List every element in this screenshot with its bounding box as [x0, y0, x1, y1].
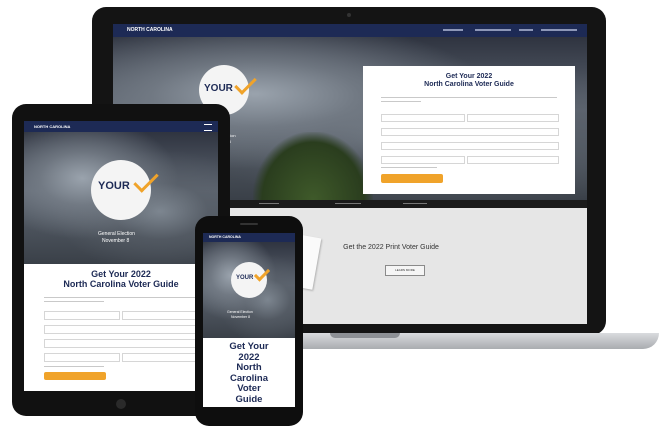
tablet-edition: General Election: [98, 231, 135, 237]
phone-navbar: NORTH CAROLINA: [203, 233, 295, 242]
tablet-first-name-field[interactable]: [44, 311, 120, 320]
phone-title-line-5: Voter: [237, 383, 261, 394]
laptop-form-title-2: North Carolina Voter Guide: [424, 81, 514, 88]
phone-title-line-3: North: [236, 362, 262, 373]
laptop-print-button-label: LEARN MORE: [395, 268, 415, 272]
tablet-form-desc: [44, 297, 198, 298]
phone-title-line-6: Guide: [235, 393, 263, 405]
tablet-county-field[interactable]: [122, 353, 200, 362]
laptop-optin-text: [381, 167, 437, 168]
phone-title: Get Your 2022 North Carolina Voter Guide: [203, 341, 295, 405]
phone-screen: NORTH CAROLINA YOUR General Election Nov…: [203, 233, 295, 407]
laptop-submit-button[interactable]: [381, 174, 443, 183]
laptop-nav-link-1[interactable]: [443, 29, 463, 31]
laptop-nav-link-3[interactable]: [519, 29, 533, 31]
phone-edition: General Election: [227, 310, 253, 314]
laptop-navbar: NORTH CAROLINA: [113, 24, 587, 37]
tablet-nav-logo[interactable]: NORTH CAROLINA: [34, 124, 70, 129]
tablet-optin-text: [44, 366, 104, 367]
laptop-last-name-field[interactable]: [467, 114, 559, 122]
tablet-home-button: [116, 399, 126, 409]
laptop-zip-field[interactable]: [381, 156, 465, 164]
tablet-email-field[interactable]: [44, 325, 200, 334]
laptop-print-button[interactable]: LEARN MORE: [385, 265, 425, 276]
phone-edition-date: November 8: [231, 315, 251, 319]
tablet-logo-word: YOUR: [98, 180, 130, 192]
laptop-camera: [347, 13, 351, 17]
laptop-form-card: Get Your 2022 North Carolina Voter Guide: [363, 66, 575, 194]
tablet-last-name-field[interactable]: [122, 311, 200, 320]
laptop-nav-link-2[interactable]: [475, 29, 511, 31]
tablet-hero: YOUR General Election November 8: [24, 132, 218, 264]
laptop-form-desc-2: [381, 101, 421, 102]
laptop-form-title-1: Get Your 2022: [445, 73, 493, 80]
laptop-address-field[interactable]: [381, 142, 559, 150]
laptop-form-desc: [381, 97, 557, 98]
tablet-form-desc-2: [44, 301, 104, 302]
laptop-footer-link-1[interactable]: [259, 203, 279, 204]
tablet-form-title-1: Get Your 2022: [91, 269, 151, 279]
laptop-email-field[interactable]: [381, 128, 559, 136]
laptop-nav-link-4[interactable]: [541, 29, 577, 31]
tablet-zip-field[interactable]: [44, 353, 120, 362]
laptop-county-field[interactable]: [467, 156, 559, 164]
phone-title-line-1: Get Your: [229, 341, 269, 352]
laptop-print-title: Get the 2022 Print Voter Guide: [343, 244, 439, 251]
phone-nav-logo[interactable]: NORTH CAROLINA: [209, 235, 241, 239]
laptop-logo-word: YOUR: [204, 83, 233, 94]
tablet-submit-button[interactable]: [44, 372, 106, 380]
tablet-navbar: NORTH CAROLINA: [24, 121, 218, 132]
tablet-screen: NORTH CAROLINA YOUR General Election Nov…: [24, 121, 218, 391]
phone-logo-word: YOUR: [236, 275, 254, 281]
laptop-footer-link-2[interactable]: [335, 203, 361, 204]
hamburger-icon[interactable]: [204, 124, 212, 131]
tablet-form-title-2: North Carolina Voter Guide: [63, 279, 179, 289]
laptop-base-notch: [330, 333, 400, 338]
tablet-address-field[interactable]: [44, 339, 200, 348]
tablet-edition-date: November 8: [102, 238, 130, 244]
laptop-nav-logo[interactable]: NORTH CAROLINA: [127, 27, 173, 33]
laptop-hills: [253, 132, 373, 200]
phone-speaker: [240, 223, 258, 225]
phone-hero: YOUR General Election November 8: [203, 242, 295, 338]
laptop-first-name-field[interactable]: [381, 114, 465, 122]
laptop-footer-link-3[interactable]: [403, 203, 427, 204]
